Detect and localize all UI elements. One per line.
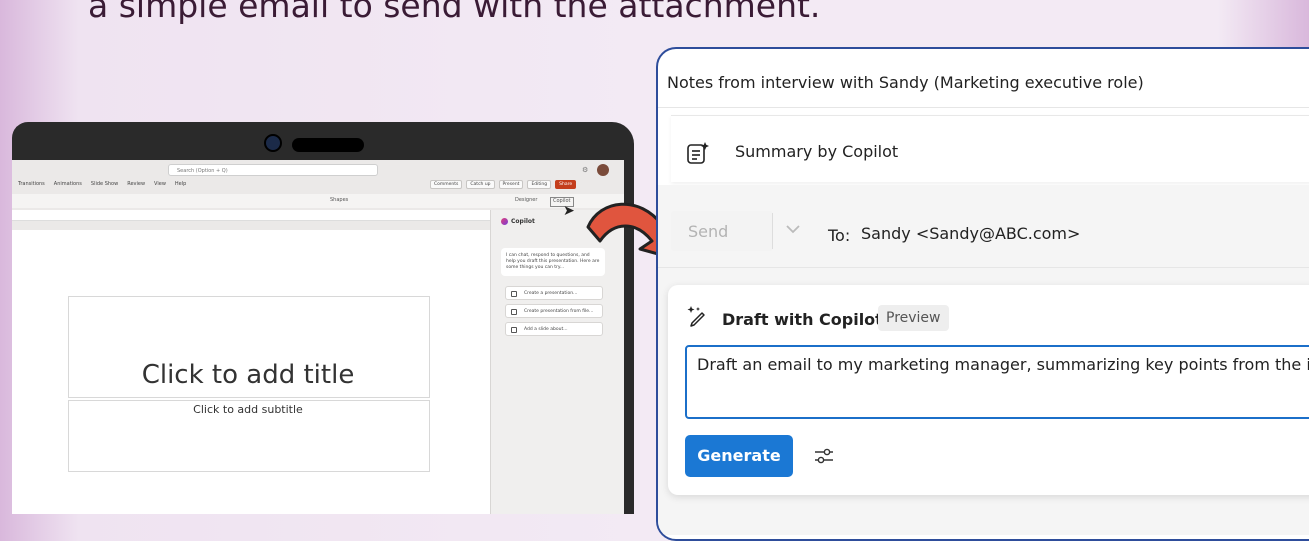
copilot-option-add-slide[interactable]: Add a slide about... [505,322,603,336]
draft-with-copilot-label: Draft with Copilot [722,310,883,329]
present-button[interactable]: Present [498,180,524,189]
slide-subtitle-placeholder[interactable]: Click to add subtitle [68,403,428,416]
generate-button[interactable]: Generate [685,435,793,477]
tab-help[interactable]: Help [175,181,186,187]
copilot-option-from-file[interactable]: Create presentation from file... [505,304,603,318]
tab-review[interactable]: Review [127,181,145,187]
copilot-pen-icon [687,306,705,327]
send-divider [772,213,773,249]
slide-canvas: Click to add title Click to add subtitle [12,230,490,514]
outlook-compose-panel: Notes from interview with Sandy (Marketi… [656,47,1309,541]
gear-icon[interactable]: ⚙ [582,166,588,174]
ruler [12,210,490,221]
presentation-icon [511,291,517,297]
search-input[interactable]: Search (Option + Q) [168,164,378,176]
option-label: Create a presentation... [524,291,578,296]
draft-with-copilot-card: Draft with Copilot Preview Draft an emai… [668,285,1309,495]
summary-by-copilot-label: Summary by Copilot [735,142,899,161]
to-label: To: [828,226,851,245]
editing-button[interactable]: Editing [527,180,552,189]
file-icon [511,309,517,315]
mouse-cursor-icon: ➤ [563,203,575,219]
ribbon-right-buttons: Comments Catch up Present Editing Share [430,180,577,189]
slide-title-placeholder[interactable]: Click to add title [68,360,428,390]
ribbon-tabs: Transitions Animations Slide Show Review… [18,181,186,187]
tab-animations[interactable]: Animations [54,181,82,187]
powerpoint-window: Search (Option + Q) ⚙ Transitions Animat… [12,160,624,514]
divider [658,107,1309,108]
comments-button[interactable]: Comments [430,180,463,189]
option-label: Create presentation from file... [524,309,594,314]
designer-button[interactable]: Designer [515,197,537,205]
preview-badge: Preview [878,305,949,331]
formatting-toolbar: Shapes Designer Copilot [12,194,624,208]
summary-list-icon [687,142,709,164]
tab-transitions[interactable]: Transitions [18,181,45,187]
copilot-icon [501,218,508,225]
slide-icon [511,327,517,333]
catch-up-button[interactable]: Catch up [466,180,495,189]
share-button[interactable]: Share [555,180,577,189]
copilot-option-create-presentation[interactable]: Create a presentation... [505,286,603,300]
tab-slide-show[interactable]: Slide Show [91,181,118,187]
summary-by-copilot-card[interactable]: Summary by Copilot [671,115,1309,182]
tab-view[interactable]: View [154,181,166,187]
shapes-button[interactable]: Shapes [330,197,348,205]
webcam-bar [292,138,364,152]
copilot-pane-header: Copilot [501,218,535,225]
chevron-down-icon[interactable] [782,219,804,239]
headline: a simple email to send with the attachme… [88,0,821,25]
copilot-pane-title: Copilot [511,218,535,225]
webcam-icon [264,134,282,152]
laptop-frame: Search (Option + Q) ⚙ Transitions Animat… [12,122,634,514]
copilot-prompt-input[interactable]: Draft an email to my marketing manager, … [685,345,1309,419]
email-subject: Notes from interview with Sandy (Marketi… [667,73,1144,92]
options-slider-icon[interactable] [813,445,835,467]
to-recipient[interactable]: Sandy <Sandy@ABC.com> [861,224,1080,243]
avatar[interactable] [597,164,609,176]
option-label: Add a slide about... [524,327,568,332]
send-label: Send [688,222,729,241]
divider [658,267,1309,268]
